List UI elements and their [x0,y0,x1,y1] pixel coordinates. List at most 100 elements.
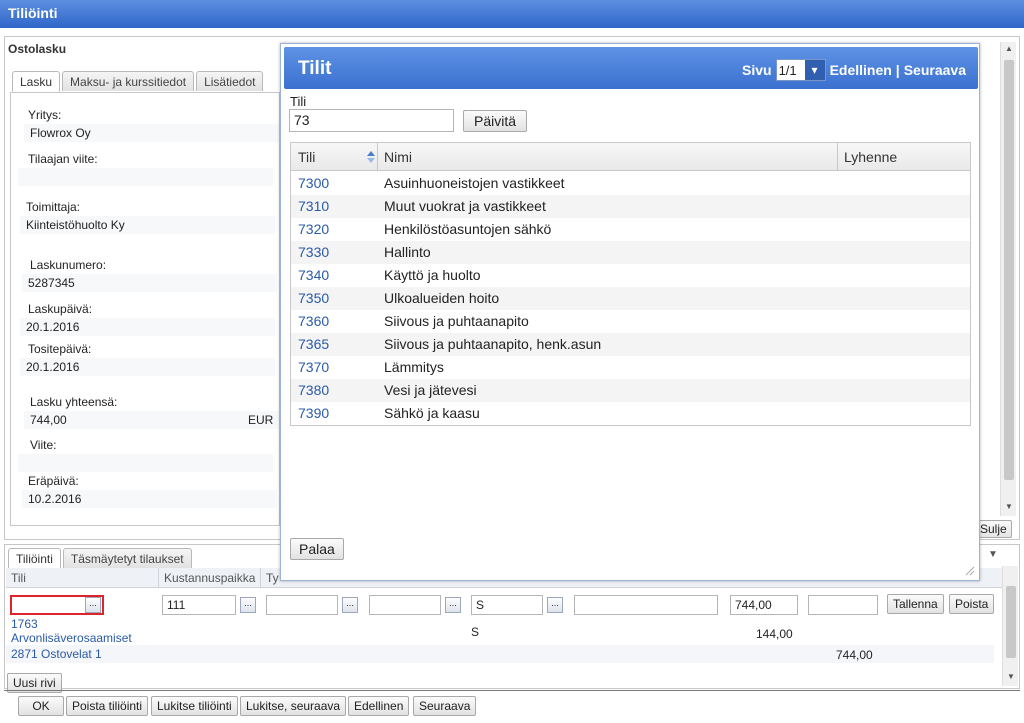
tab-tiliointi[interactable]: Tiliöinti [8,548,61,569]
page-select[interactable]: 1/1 ▾ [775,59,826,81]
account-code-link[interactable]: 7365 [298,336,329,352]
account-row[interactable]: 7340 Käyttö ja huolto [291,264,970,287]
account-search-input[interactable]: 73 [289,109,454,132]
vat-code-input[interactable]: S [471,595,543,615]
account-row[interactable]: 7330 Hallinto [291,241,970,264]
resize-grip-icon[interactable] [965,566,975,576]
account-code-link[interactable]: 7310 [298,198,329,214]
account-row[interactable]: 7350 Ulkoalueiden hoito [291,287,970,310]
account-name: Sähkö ja kaasu [384,405,480,421]
tili-lookup-button[interactable]: ... [85,597,101,613]
tallenna-button[interactable]: Tallenna [887,594,944,614]
account-row[interactable]: 7360 Siivous ja puhtaanapito [291,310,970,333]
palaa-button[interactable]: Palaa [290,538,344,560]
tab-tasmaytetyt-tilaukset[interactable]: Täsmäytetyt tilaukset [62,548,192,568]
tab-lisatiedot[interactable]: Lisätiedot [196,71,264,91]
main-scrollbar[interactable]: ▲ ▼ [1000,42,1016,516]
window-title: Tiliöinti [0,0,1024,28]
amount-input[interactable]: 744,00 [730,595,798,615]
grid-dropdown-icon[interactable]: ▼ [986,549,1000,560]
account-code-link[interactable]: 7370 [298,359,329,375]
account-name: Siivous ja puhtaanapito [384,313,529,329]
account-row[interactable]: 7380 Vesi ja jätevesi [291,379,970,402]
col-lyhenne-header[interactable]: Lyhenne [844,149,897,165]
tilaajan-viite-label: Tilaajan viite: [28,152,98,166]
posting-scroll-thumb[interactable] [1006,586,1016,658]
entry-account-name[interactable]: Arvonlisäverosaamiset [11,631,132,645]
description-input[interactable] [574,595,718,615]
poista-button[interactable]: Poista [949,594,995,614]
edellinen-button[interactable]: Edellinen [348,696,410,716]
account-code-link[interactable]: 7350 [298,290,329,306]
account-row[interactable]: 7310 Muut vuokrat ja vastikkeet [291,195,970,218]
col-ty: Ty [266,571,279,585]
ok-button[interactable]: OK [18,696,64,716]
kustannuspaikka-lookup-button[interactable]: ... [240,597,256,613]
ty-input[interactable] [266,595,338,615]
account-code-link[interactable]: 7300 [298,175,329,191]
erapaiva-value: 10.2.2016 [22,490,277,508]
account-code-link[interactable]: 7320 [298,221,329,237]
sort-icon[interactable] [367,151,375,163]
entry-credit: 744,00 [836,648,873,662]
scroll-thumb[interactable] [1004,60,1014,480]
kustannuspaikka-input[interactable]: 111 [162,595,236,615]
account-name: Henkilöstöasuntojen sähkö [384,221,552,237]
column4-lookup-button[interactable]: ... [445,597,461,613]
account-row[interactable]: 7300 Asuinhuoneistojen vastikkeet [291,172,970,195]
footer-divider [4,690,1020,691]
prev-page-link[interactable]: Edellinen [830,62,892,78]
poista-tiliointi-button[interactable]: Poista tiliöinti [66,696,149,716]
tilaajan-viite-value [18,168,273,186]
toimittaja-value: Kiinteistöhuolto Ky [20,216,275,234]
posting-scrollbar[interactable]: ▼ [1002,566,1018,686]
account-row[interactable]: 7370 Lämmitys [291,356,970,379]
account-row[interactable]: 7390 Sähkö ja kaasu [291,402,970,425]
column4-input[interactable] [369,595,441,615]
yritys-label: Yritys: [28,108,62,122]
entry-debit: 144,00 [756,627,793,641]
account-name: Muut vuokrat ja vastikkeet [384,198,546,214]
sulje-button[interactable]: Sulje [975,520,1012,538]
next-page-link[interactable]: Seuraava [904,62,966,78]
col-tili: Tili [11,571,26,585]
account-code-link[interactable]: 7330 [298,244,329,260]
vat-code-lookup-button[interactable]: ... [547,597,563,613]
account-code-link[interactable]: 7340 [298,267,329,283]
account-code-link[interactable]: 7380 [298,382,329,398]
entry-account-link[interactable]: 1763 [11,617,38,631]
invoice-tabs: Lasku Maksu- ja kurssitiedot Lisätiedot [12,71,264,92]
dialog-pagination: Sivu 1/1 ▾ Edellinen | Seuraava [742,59,966,81]
account-row[interactable]: 7365 Siivous ja puhtaanapito, henk.asun [291,333,970,356]
page-label: Sivu [741,62,772,78]
pagination-separator: | [895,62,900,78]
scroll-down-icon[interactable]: ▼ [1002,502,1016,511]
laskupaiva-label: Laskupäivä: [28,302,93,316]
lasku-yhteensa-label: Lasku yhteensä: [30,395,118,409]
scroll-up-icon[interactable]: ▲ [1002,44,1016,53]
seuraava-button[interactable]: Seuraava [413,696,477,716]
posting-scroll-down-icon[interactable]: ▼ [1004,672,1018,681]
page-select-value: 1/1 [778,62,797,78]
erapaiva-label: Eräpäivä: [28,474,79,488]
lukitse-seuraava-button[interactable]: Lukitse, seuraava [240,696,347,716]
tab-lasku[interactable]: Lasku [12,71,61,92]
credit-input[interactable] [808,595,878,615]
col-kustannuspaikka: Kustannuspaikka [164,571,256,585]
account-row[interactable]: 7320 Henkilöstöasuntojen sähkö [291,218,970,241]
account-code-link[interactable]: 7360 [298,313,329,329]
account-name: Lämmitys [384,359,444,375]
lukitse-tiliointi-button[interactable]: Lukitse tiliöinti [151,696,238,716]
chevron-down-icon[interactable]: ▾ [804,60,825,80]
paivita-button[interactable]: Päivitä [463,110,528,132]
ty-lookup-button[interactable]: ... [342,597,358,613]
col-tili-header[interactable]: Tili [298,149,315,165]
viite-value [18,454,273,472]
tab-maksu-ja-kurssitiedot[interactable]: Maksu- ja kurssitiedot [62,71,195,91]
account-code-link[interactable]: 7390 [298,405,329,421]
account-name: Käyttö ja huolto [384,267,481,283]
col-nimi-header[interactable]: Nimi [384,149,412,165]
accounts-table: Tili Nimi Lyhenne 7300 Asuinhuoneistojen … [290,142,971,426]
entry-account-link[interactable]: 2871 Ostovelat 1 [11,647,102,661]
account-name: Ulkoalueiden hoito [384,290,500,306]
